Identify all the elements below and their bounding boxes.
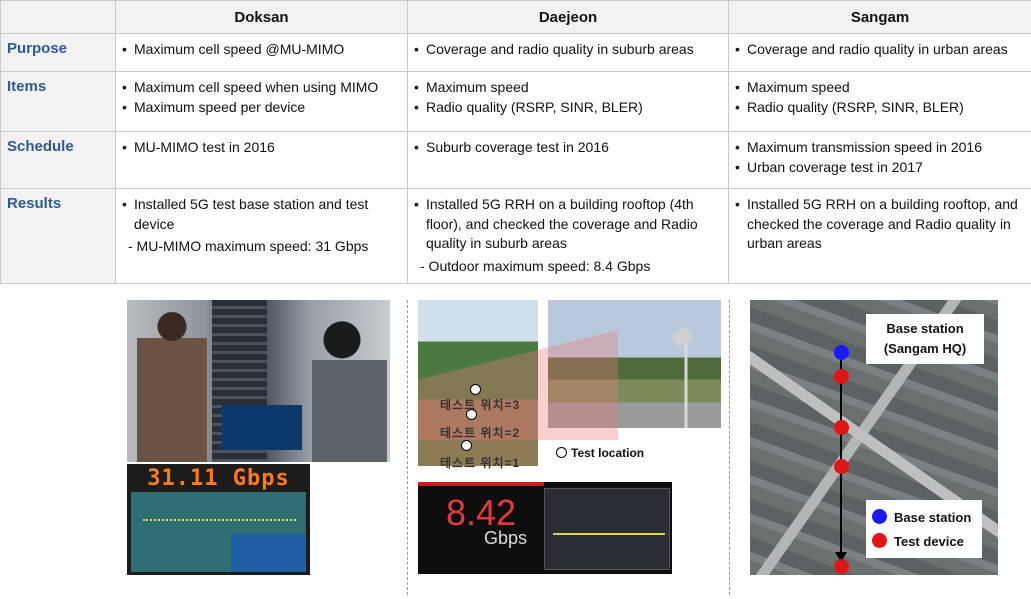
cell-items-sangam: Maximum speed Radio quality (RSRP, SINR,… [728, 71, 1031, 132]
bullet-item: Urban coverage test in 2017 [735, 158, 1025, 178]
bullet-item: Installed 5G test base station and test … [122, 195, 401, 234]
column-divider [729, 300, 730, 595]
test-device-marker [834, 459, 849, 474]
bullet-item: Maximum speed per device [122, 98, 401, 118]
daejeon-throughput-graph: 8.42 Gbps [418, 482, 672, 574]
test-device-marker [834, 369, 849, 384]
doksan-speed-readout: 31.11 Gbps [147, 466, 290, 491]
callout-line: (Sangam HQ) [883, 341, 967, 356]
cell-schedule-sangam: Maximum transmission speed in 2016 Urban… [728, 131, 1031, 189]
comparison-table: Doksan Daejeon Sangam Purpose Maximum ce… [0, 0, 1031, 284]
korean-label: 테스트 위치=2 [440, 426, 521, 440]
table-row: Purpose Maximum cell speed @MU-MIMO Cove… [0, 33, 1031, 72]
cell-purpose-daejeon: Coverage and radio quality in suburb are… [407, 33, 729, 72]
column-divider [407, 300, 408, 595]
bullet-item: MU-MIMO test in 2016 [122, 138, 401, 158]
bullet-item: Maximum cell speed when using MIMO [122, 78, 401, 98]
base-station-marker [834, 345, 849, 360]
blue-dot-icon [872, 509, 887, 524]
test-location-dot-3 [470, 384, 481, 395]
test-device-marker [834, 420, 849, 435]
bullet-item: Maximum speed [735, 78, 1025, 98]
bullet-item: Installed 5G RRH on a building rooftop, … [735, 195, 1025, 254]
map-legend: Base station Test device [866, 500, 982, 558]
doksan-lab-photo [127, 300, 390, 462]
bullet-item: Maximum transmission speed in 2016 [735, 138, 1025, 158]
bullet-item: Coverage and radio quality in suburb are… [414, 40, 722, 60]
legend-entry: Test device [872, 530, 982, 554]
bullet-item: Radio quality (RSRP, SINR, BLER) [414, 98, 722, 118]
cell-items-doksan: Maximum cell speed when using MIMO Maxim… [115, 71, 408, 132]
throughput-line [143, 519, 296, 521]
throughput-plot [131, 492, 306, 572]
korean-label: 테스트 위치=1 [440, 456, 521, 470]
bullet-item: Maximum cell speed @MU-MIMO [122, 40, 401, 60]
cell-items-daejeon: Maximum speed Radio quality (RSRP, SINR,… [407, 71, 729, 132]
column-header-sangam: Sangam [728, 0, 1031, 34]
bullet-item: Installed 5G RRH on a building rooftop (… [414, 195, 722, 254]
throughput-plot [544, 488, 670, 570]
table-row: Schedule MU-MIMO test in 2016 Suburb cov… [0, 131, 1031, 189]
bullet-item: Coverage and radio quality in urban area… [735, 40, 1025, 60]
bullet-item: Radio quality (RSRP, SINR, BLER) [735, 98, 1025, 118]
row-header-items: Items [0, 71, 116, 132]
column-header-daejeon: Daejeon [407, 0, 729, 34]
table-row: Results Installed 5G test base station a… [0, 188, 1031, 284]
person-figure [312, 320, 387, 462]
sub-result: - Outdoor maximum speed: 8.4 Gbps [420, 257, 651, 274]
cell-results-sangam: Installed 5G RRH on a building rooftop, … [728, 188, 1031, 284]
red-dot-icon [872, 533, 887, 548]
corner-cell [0, 0, 116, 34]
column-header-doksan: Doksan [115, 0, 408, 34]
bullet-item: Maximum speed [414, 78, 722, 98]
cell-schedule-daejeon: Suburb coverage test in 2016 [407, 131, 729, 189]
legend-label: Test device [894, 534, 964, 549]
row-header-results: Results [0, 188, 116, 284]
test-device-marker [834, 559, 849, 574]
table-row: Items Maximum cell speed when using MIMO… [0, 71, 1031, 132]
monitor-screen [222, 405, 302, 450]
cell-purpose-doksan: Maximum cell speed @MU-MIMO [115, 33, 408, 72]
person-figure [137, 308, 207, 462]
test-location-legend: Test location [556, 446, 644, 460]
header-row: Doksan Daejeon Sangam [0, 0, 1031, 34]
throughput-line [553, 533, 665, 535]
cell-results-daejeon: Installed 5G RRH on a building rooftop (… [407, 188, 729, 284]
callout-line: Base station [886, 321, 964, 336]
legend-text: Test location [571, 446, 645, 460]
row-header-schedule: Schedule [0, 131, 116, 189]
sub-result: - MU-MIMO maximum speed: 31 Gbps [128, 238, 369, 254]
bullet-item: Suburb coverage test in 2016 [414, 138, 722, 158]
doksan-throughput-graph: 31.11 Gbps [127, 464, 310, 575]
test-location-dot-1 [461, 440, 472, 451]
daejeon-speed-unit: Gbps [484, 528, 528, 548]
row-header-purpose: Purpose [0, 33, 116, 72]
cell-schedule-doksan: MU-MIMO test in 2016 [115, 131, 408, 189]
cell-purpose-sangam: Coverage and radio quality in urban area… [728, 33, 1031, 72]
base-station-callout: Base station (Sangam HQ) [866, 314, 984, 364]
cell-results-doksan: Installed 5G test base station and test … [115, 188, 408, 284]
header-bar [418, 482, 544, 486]
legend-dot-icon [556, 447, 567, 458]
plot-highlight [231, 534, 306, 572]
legend-label: Base station [894, 510, 972, 525]
korean-label: 테스트 위치=3 [440, 398, 521, 412]
legend-entry: Base station [872, 506, 982, 530]
